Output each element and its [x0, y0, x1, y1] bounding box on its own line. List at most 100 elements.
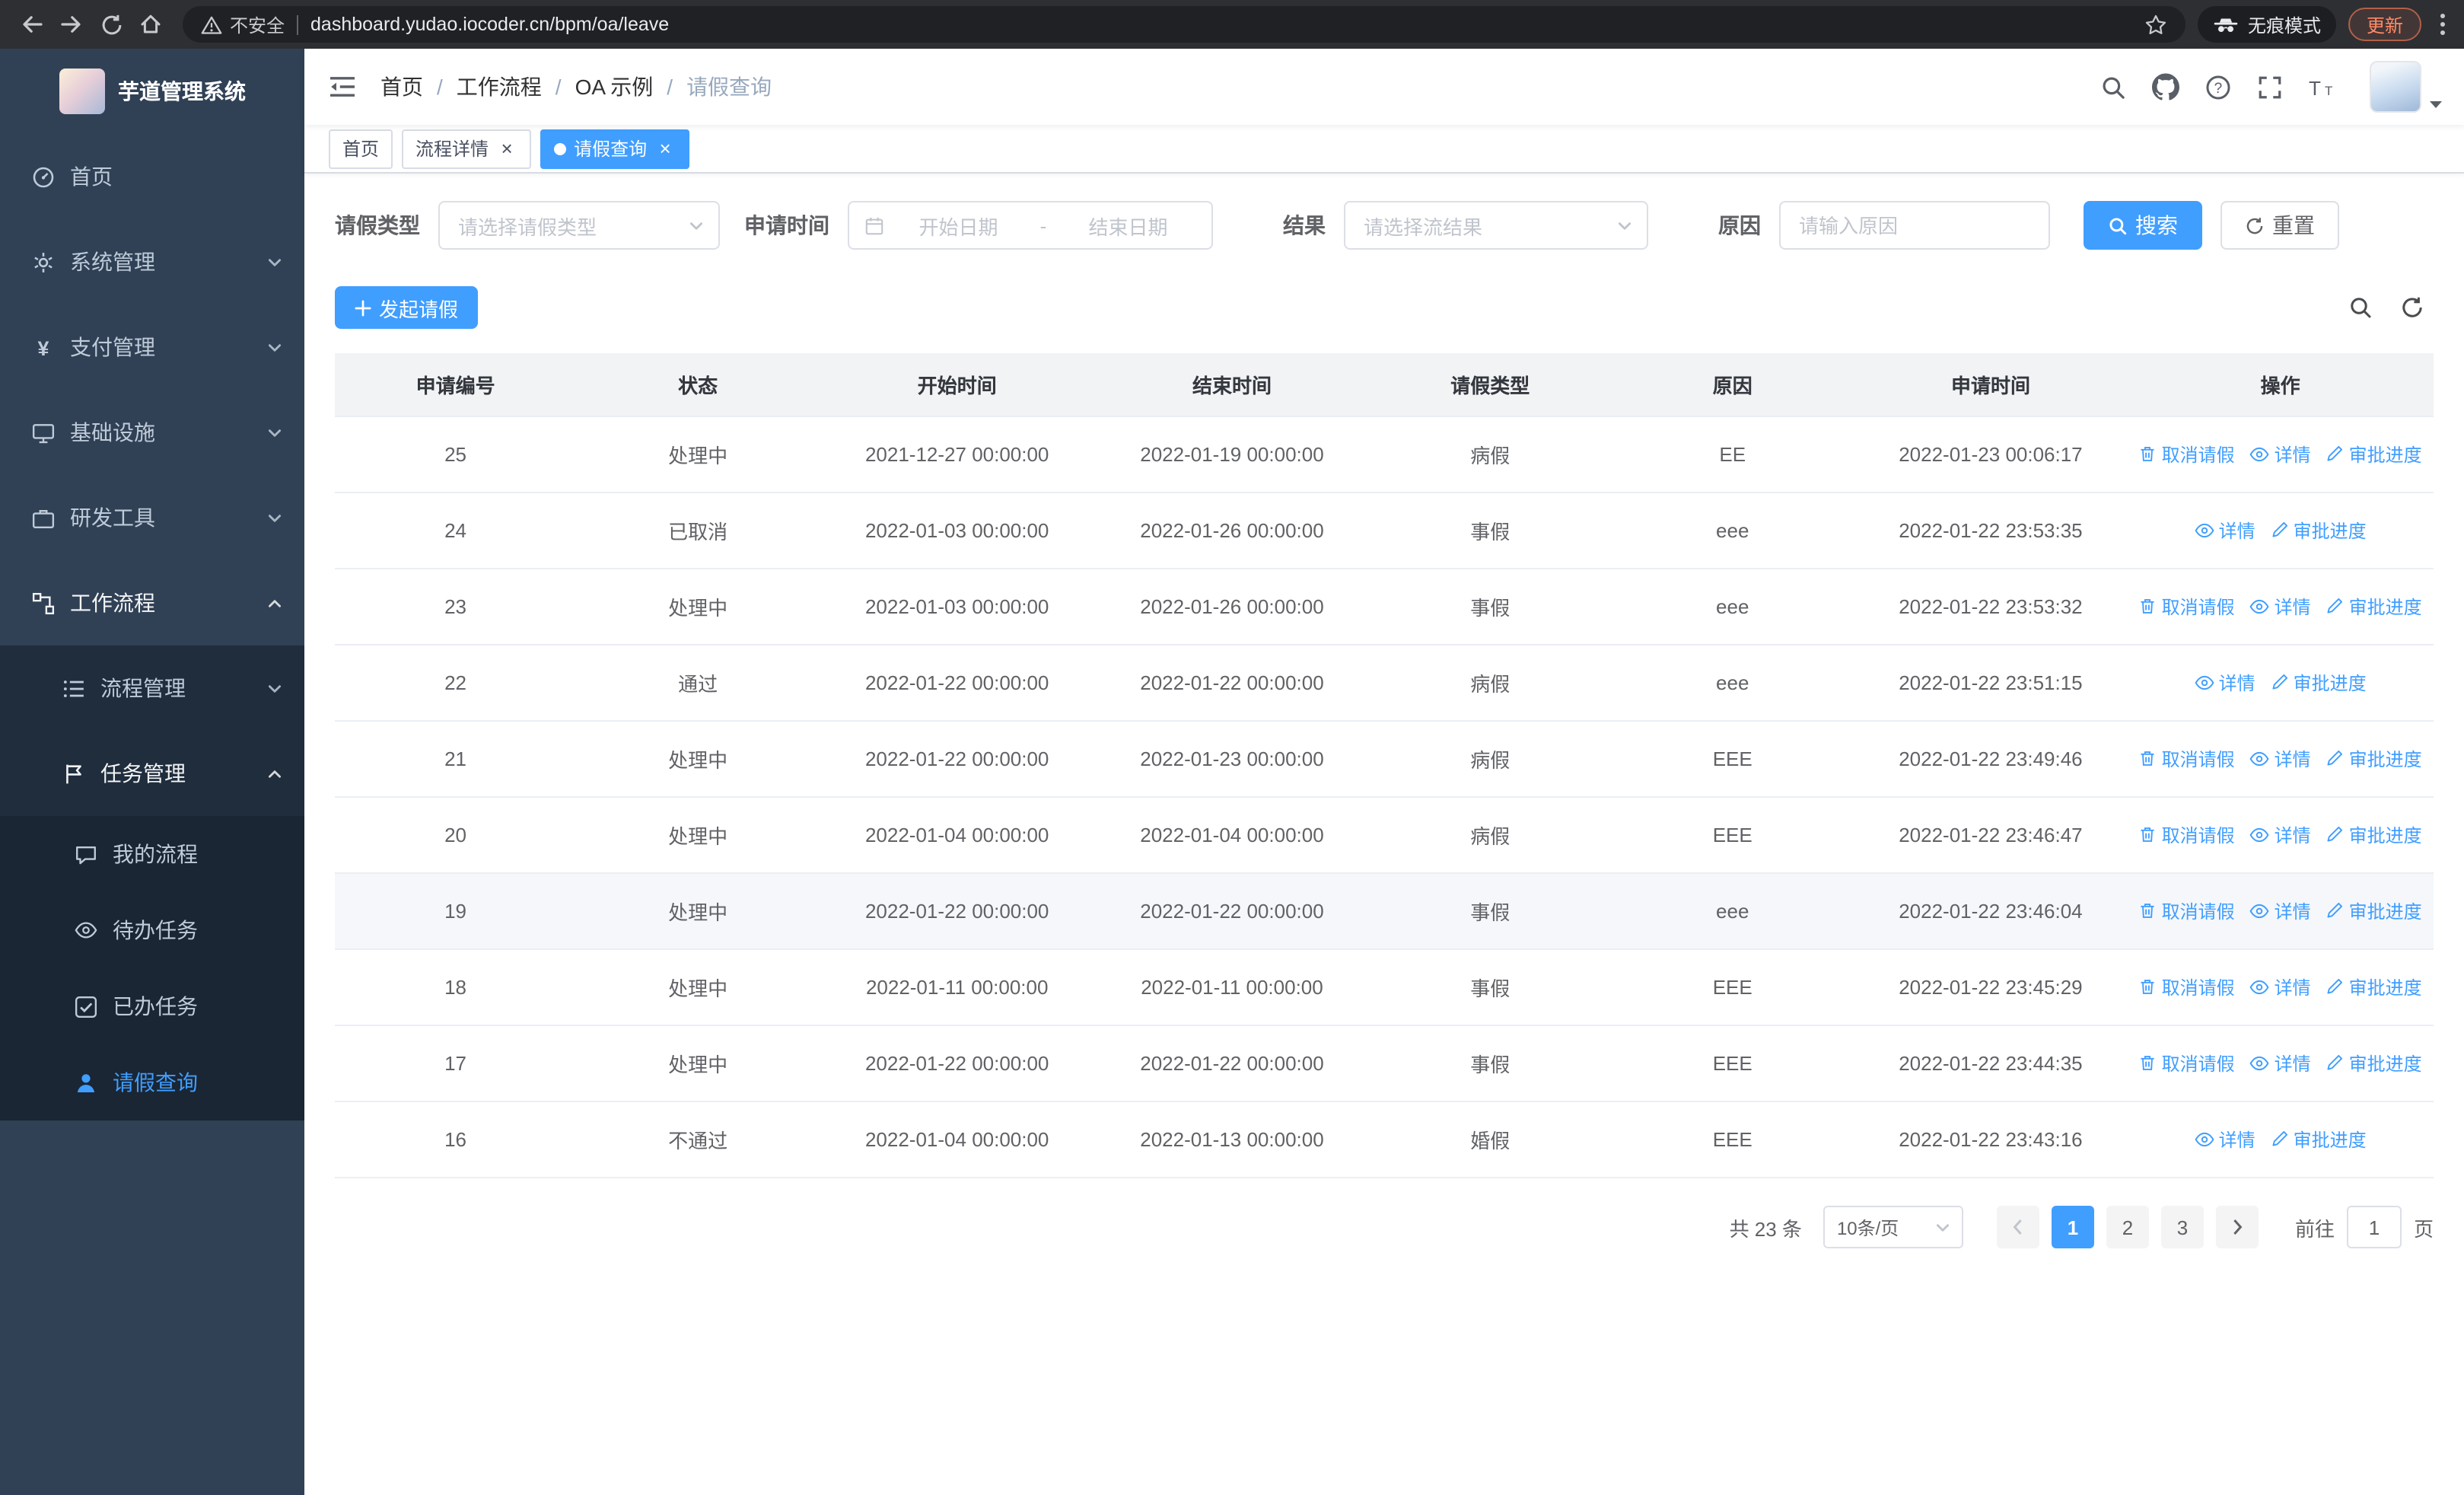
sidebar-item[interactable]: 我的流程 [0, 816, 304, 892]
cancel-leave-link[interactable]: 取消请假 [2139, 594, 2235, 620]
browser-menu-icon[interactable] [2434, 12, 2452, 37]
approval-progress-link[interactable]: 审批进度 [2271, 518, 2367, 543]
cancel-leave-link[interactable]: 取消请假 [2139, 441, 2235, 467]
date-range-picker[interactable]: 开始日期 - 结束日期 [848, 201, 1213, 250]
cancel-leave-link[interactable]: 取消请假 [2139, 1050, 2235, 1076]
breadcrumb-item[interactable]: 首页 [380, 72, 423, 102]
sidebar-item[interactable]: 已办任务 [0, 968, 304, 1044]
action-label: 详情 [2218, 521, 2255, 543]
cell-leave-type: 婚假 [1369, 1101, 1611, 1178]
sidebar-item[interactable]: 研发工具 [0, 475, 304, 560]
cell-id: 22 [335, 645, 577, 722]
reason-input[interactable] [1779, 201, 2050, 250]
cancel-leave-link[interactable]: 取消请假 [2139, 898, 2235, 924]
logo-row[interactable]: 芋道管理系统 [0, 49, 304, 134]
chevron-down-icon [1616, 217, 1633, 234]
detail-link[interactable]: 详情 [2195, 518, 2255, 544]
sidebar-item[interactable]: 基础设施 [0, 390, 304, 475]
approval-progress-link[interactable]: 审批进度 [2326, 594, 2422, 620]
create-leave-button[interactable]: 发起请假 [335, 286, 479, 329]
app-title: 芋道管理系统 [118, 79, 246, 104]
detail-link[interactable]: 详情 [2250, 594, 2311, 620]
refresh-icon[interactable] [2400, 295, 2424, 320]
result-select[interactable]: 请选择流结果 [1344, 201, 1648, 250]
approval-progress-link[interactable]: 审批进度 [2326, 822, 2422, 848]
cell-actions: 取消请假 详情 审批进度 [2127, 569, 2434, 645]
breadcrumb-item[interactable]: OA 示例 [575, 72, 654, 102]
sidebar-item[interactable]: 流程管理 [0, 645, 304, 731]
breadcrumb-item[interactable]: 工作流程 [457, 72, 542, 102]
detail-link[interactable]: 详情 [2195, 1127, 2255, 1153]
leave-type-select[interactable]: 请选择请假类型 [438, 201, 720, 250]
sidebar-item[interactable]: 系统管理 [0, 219, 304, 304]
cell-reason: EE [1610, 416, 1854, 493]
help-icon[interactable]: ? [2205, 74, 2231, 100]
home-button[interactable] [131, 5, 170, 44]
end-date-placeholder[interactable]: 结束日期 [1060, 211, 1196, 240]
column-header: 原因 [1610, 353, 1854, 417]
github-icon[interactable] [2152, 73, 2179, 100]
sidebar-item[interactable]: 工作流程 [0, 560, 304, 645]
edit-icon [2326, 902, 2345, 920]
address-bar[interactable]: 不安全 dashboard.yudao.iocoder.cn/bpm/oa/le… [183, 6, 2185, 43]
sidebar-item[interactable]: 待办任务 [0, 892, 304, 968]
close-icon[interactable]: × [496, 138, 517, 159]
page-button-1[interactable]: 1 [2051, 1206, 2094, 1248]
detail-link[interactable]: 详情 [2250, 1051, 2311, 1077]
chevron-down-icon [266, 253, 283, 270]
approval-progress-link[interactable]: 审批进度 [2326, 441, 2422, 467]
sidebar-item[interactable]: 任务管理 [0, 731, 304, 816]
approval-progress-link[interactable]: 审批进度 [2271, 1127, 2367, 1152]
detail-link[interactable]: 详情 [2195, 671, 2255, 696]
table-row: 20 处理中 2022-01-04 00:00:00 2022-01-04 00:00… [335, 797, 2434, 874]
search-icon[interactable] [2100, 74, 2126, 100]
goto-page-input[interactable] [2346, 1206, 2402, 1248]
font-size-icon[interactable]: TT [2309, 75, 2338, 98]
search-button[interactable]: 搜索 [2084, 201, 2202, 250]
back-button[interactable] [12, 5, 52, 44]
select-placeholder: 请选择流结果 [1364, 215, 1483, 238]
bookmark-star-icon[interactable] [2144, 13, 2167, 36]
cancel-leave-link[interactable]: 取消请假 [2139, 822, 2235, 848]
approval-progress-link[interactable]: 审批进度 [2326, 974, 2422, 1000]
detail-link[interactable]: 详情 [2250, 823, 2311, 849]
detail-link[interactable]: 详情 [2250, 899, 2311, 925]
toggle-search-icon[interactable] [2348, 295, 2373, 320]
approval-progress-link[interactable]: 审批进度 [2326, 746, 2422, 772]
approval-progress-link[interactable]: 审批进度 [2326, 1050, 2422, 1076]
approval-progress-link[interactable]: 审批进度 [2326, 898, 2422, 924]
tab-item[interactable]: 请假查询 × [540, 129, 690, 168]
page-button-3[interactable]: 3 [2160, 1206, 2204, 1248]
app-frame: 芋道管理系统 首页 系统管理 ¥ 支付管理 基础设施 研发工具 工作流程 流程管理 任务管理 我的… [0, 49, 2464, 1495]
reset-button[interactable]: 重置 [2220, 201, 2339, 250]
forward-button[interactable] [52, 5, 91, 44]
browser-update-button[interactable]: 更新 [2348, 8, 2421, 41]
reload-button[interactable] [91, 5, 131, 44]
sidebar-item[interactable]: 请假查询 [0, 1044, 304, 1120]
cancel-leave-link[interactable]: 取消请假 [2139, 746, 2235, 772]
sidebar-toggle-button[interactable] [304, 75, 380, 99]
tab-item[interactable]: 首页 [329, 129, 393, 168]
top-navbar: 首页 / 工作流程 / OA 示例 / 请假查询 ? TT [304, 49, 2464, 125]
page-size-select[interactable]: 10条/页 [1823, 1206, 1963, 1248]
fullscreen-icon[interactable] [2257, 74, 2283, 100]
detail-link[interactable]: 详情 [2250, 975, 2311, 1001]
cell-apply-time: 2022-01-22 23:44:35 [1854, 1025, 2128, 1102]
prev-page-button[interactable] [1996, 1206, 2039, 1248]
close-icon[interactable]: × [654, 138, 676, 159]
cancel-leave-link[interactable]: 取消请假 [2139, 974, 2235, 1000]
detail-link[interactable]: 详情 [2250, 747, 2311, 773]
url-text[interactable]: dashboard.yudao.iocoder.cn/bpm/oa/leave [310, 14, 2144, 35]
sidebar-item-label: 研发工具 [70, 505, 155, 530]
sidebar-item[interactable]: ¥ 支付管理 [0, 304, 304, 390]
user-avatar[interactable] [2370, 61, 2443, 113]
page-content: 请假类型 请选择请假类型 申请时间 开始日期 - 结束日期 结果 请选择流结果 … [304, 174, 2464, 1495]
detail-link[interactable]: 详情 [2250, 442, 2311, 468]
security-warning-label[interactable]: 不安全 [230, 11, 285, 37]
start-date-placeholder[interactable]: 开始日期 [890, 211, 1027, 240]
tab-item[interactable]: 流程详情 × [402, 129, 532, 168]
sidebar-item[interactable]: 首页 [0, 134, 304, 219]
page-button-2[interactable]: 2 [2106, 1206, 2149, 1248]
approval-progress-link[interactable]: 审批进度 [2271, 670, 2367, 696]
next-page-button[interactable] [2215, 1206, 2259, 1248]
